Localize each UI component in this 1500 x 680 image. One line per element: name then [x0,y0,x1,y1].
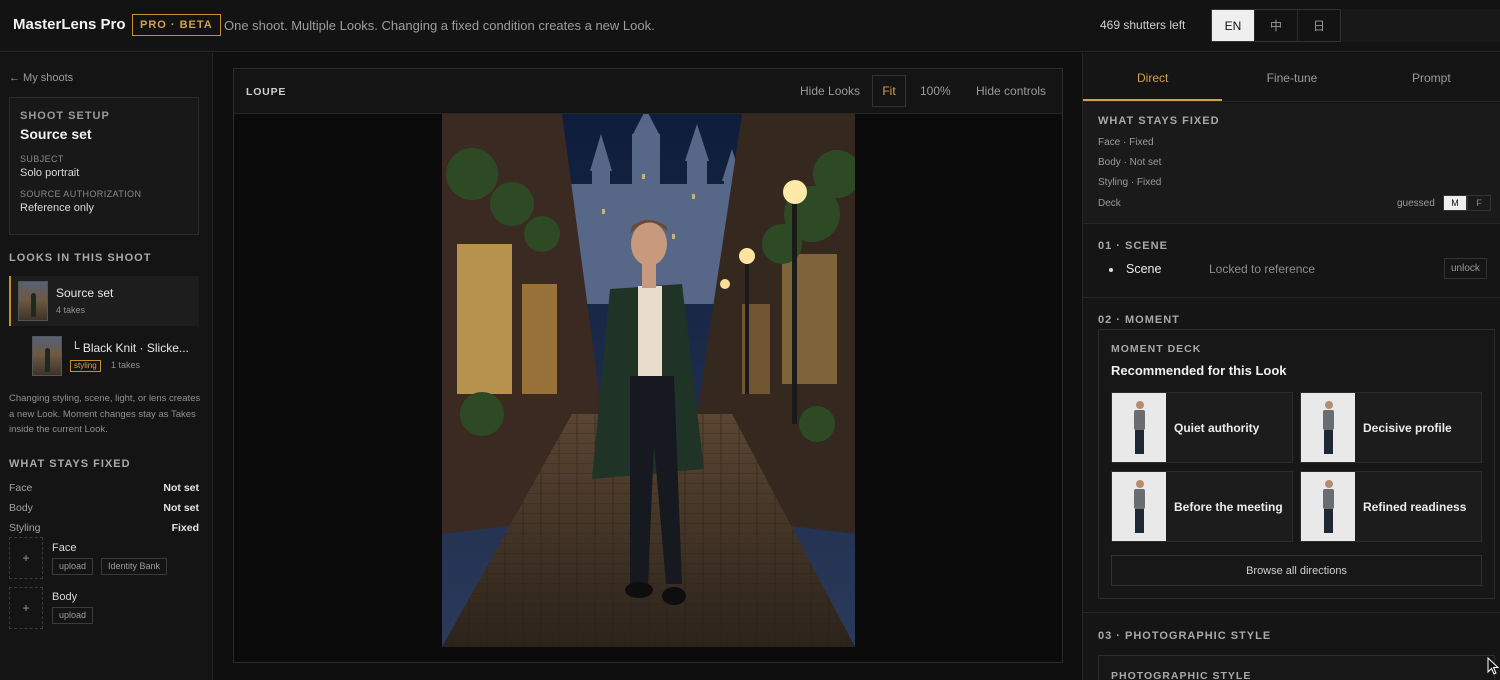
scene-status: Locked to reference [1209,262,1316,276]
loupe-panel: LOUPE Hide Looks Fit 100% Hide controls [233,68,1063,663]
subject-value: Solo portrait [20,167,80,179]
model-thumbnail [1112,472,1166,541]
source-auth-label: SOURCE AUTHORIZATION [20,189,142,199]
face-upload-slot[interactable]: + [9,537,43,579]
scene-row: Scene Locked to reference [1098,260,1491,284]
top-bar: MasterLens Pro PRO · BETA One shoot. Mul… [0,0,1500,52]
fixed-row-body: Body Not set [9,502,199,514]
divider [1083,297,1500,298]
language-switcher: EN 中 日 [1211,9,1341,42]
main-photo[interactable] [442,114,855,647]
gender-m-button[interactable]: M [1443,195,1467,211]
right-panel: Direct Fine-tune Prompt WHAT STAYS FIXED… [1082,53,1500,680]
street-portrait-image [442,114,855,647]
moment-card-before-the-meeting[interactable]: Before the meeting [1111,471,1293,542]
lang-en-button[interactable]: EN [1212,10,1255,41]
fixed-line-face: Face · Fixed [1098,137,1154,148]
fixed-value: Fixed [171,522,199,534]
bullet-icon [1109,268,1113,272]
shutters-remaining: 469 shutters left [1100,18,1186,32]
source-auth-value: Reference only [20,202,94,214]
hide-controls-button[interactable]: Hide controls [976,84,1046,98]
body-upload-button[interactable]: upload [52,607,94,624]
look-item-black-knit[interactable]: └ Black Knit · Slicke... styling 1 takes [9,331,199,381]
looks-heading: LOOKS IN THIS SHOOT [9,252,152,264]
fixed-line-body: Body · Not set [1098,157,1162,168]
identity-bank-button[interactable]: Identity Bank [101,558,168,575]
moment-deck-title: Recommended for this Look [1111,363,1287,378]
subject-label: SUBJECT [20,154,64,164]
fixed-label: Body [9,502,33,514]
loupe-toolbar: LOUPE Hide Looks Fit 100% Hide controls [234,69,1062,114]
model-thumbnail [1301,472,1355,541]
top-bar-spacer [1342,9,1500,42]
unlock-scene-button[interactable]: unlock [1444,258,1487,279]
fixed-value: Not set [163,482,199,494]
back-to-shoots-link[interactable]: ← My shoots [9,72,73,84]
face-upload-button[interactable]: upload [52,558,94,575]
moment-card-decisive-profile[interactable]: Decisive profile [1300,392,1482,463]
look-thumbnail [32,336,62,376]
fixed-label: Styling [9,522,41,534]
moment-card-refined-readiness[interactable]: Refined readiness [1300,471,1482,542]
loupe-title: LOUPE [246,86,287,98]
look-name: └ Black Knit · Slicke... [71,341,189,355]
fit-button[interactable]: Fit [872,75,906,107]
lang-ja-button[interactable]: 日 [1298,10,1340,41]
moment-card-quiet-authority[interactable]: Quiet authority [1111,392,1293,463]
fixed-label: Face [9,482,33,494]
plan-badge: PRO · BETA [132,14,221,36]
moment-heading: 02 · MOMENT [1098,314,1180,326]
card-label: Refined readiness [1363,500,1467,514]
app-brand: MasterLens Pro [13,16,126,33]
look-takes: 1 takes [111,360,141,370]
styling-tag: styling [70,360,101,372]
look-name: Source set [56,286,114,300]
tab-fine-tune[interactable]: Fine-tune [1222,53,1361,101]
shoot-setup-eyebrow: SHOOT SETUP [20,110,110,122]
body-upload-slot[interactable]: + [9,587,43,629]
left-sidebar: ← My shoots SHOOT SETUP Source set SUBJE… [0,53,213,680]
shoot-setup-card[interactable]: SHOOT SETUP Source set SUBJECT Solo port… [9,97,199,235]
fixed-line-styling: Styling · Fixed [1098,177,1162,188]
tab-prompt[interactable]: Prompt [1362,53,1500,101]
scene-heading: 01 · SCENE [1098,240,1168,252]
app-tagline: One shoot. Multiple Looks. Changing a fi… [224,18,655,33]
hide-looks-button[interactable]: Hide Looks [800,84,860,98]
photographic-style-box: PHOTOGRAPHIC STYLE [1098,655,1495,680]
look-item-source-set[interactable]: Source set 4 takes [9,276,199,326]
photographic-style-eyebrow: PHOTOGRAPHIC STYLE [1111,670,1252,680]
face-upload-title: Face [52,542,77,554]
fixed-heading: WHAT STAYS FIXED [9,458,131,470]
model-thumbnail [1301,393,1355,462]
scene-item-label: Scene [1126,262,1162,276]
divider [1083,612,1500,613]
fixed-value: Not set [163,502,199,514]
look-rule-note: Changing styling, scene, light, or lens … [9,393,201,435]
deck-label: Deck [1098,198,1121,209]
card-label: Decisive profile [1363,421,1452,435]
gender-toggle: M F [1443,195,1491,211]
lang-zh-button[interactable]: 中 [1255,10,1298,41]
fixed-row-face: Face Not set [9,482,199,494]
model-thumbnail [1112,393,1166,462]
zoom-100-button[interactable]: 100% [920,84,951,98]
moment-deck: MOMENT DECK Recommended for this Look Qu… [1098,329,1495,599]
browse-all-directions-button[interactable]: Browse all directions [1111,555,1482,586]
moment-deck-eyebrow: MOMENT DECK [1111,343,1202,355]
what-stays-fixed-heading: WHAT STAYS FIXED [1098,115,1220,127]
look-takes: 4 takes [56,305,86,315]
guessed-label: guessed [1397,198,1435,209]
card-label: Quiet authority [1174,421,1260,435]
photographic-style-heading: 03 · PHOTOGRAPHIC STYLE [1098,630,1272,642]
gender-f-button[interactable]: F [1467,195,1491,211]
card-label: Before the meeting [1174,500,1283,514]
tab-direct[interactable]: Direct [1083,53,1223,101]
fixed-row-styling: Styling Fixed [9,522,199,534]
look-thumbnail [18,281,48,321]
body-upload-title: Body [52,591,78,603]
shoot-setup-title: Source set [20,126,92,142]
direction-tabs: Direct Fine-tune Prompt [1083,53,1500,102]
mouse-cursor-icon [1487,657,1499,675]
